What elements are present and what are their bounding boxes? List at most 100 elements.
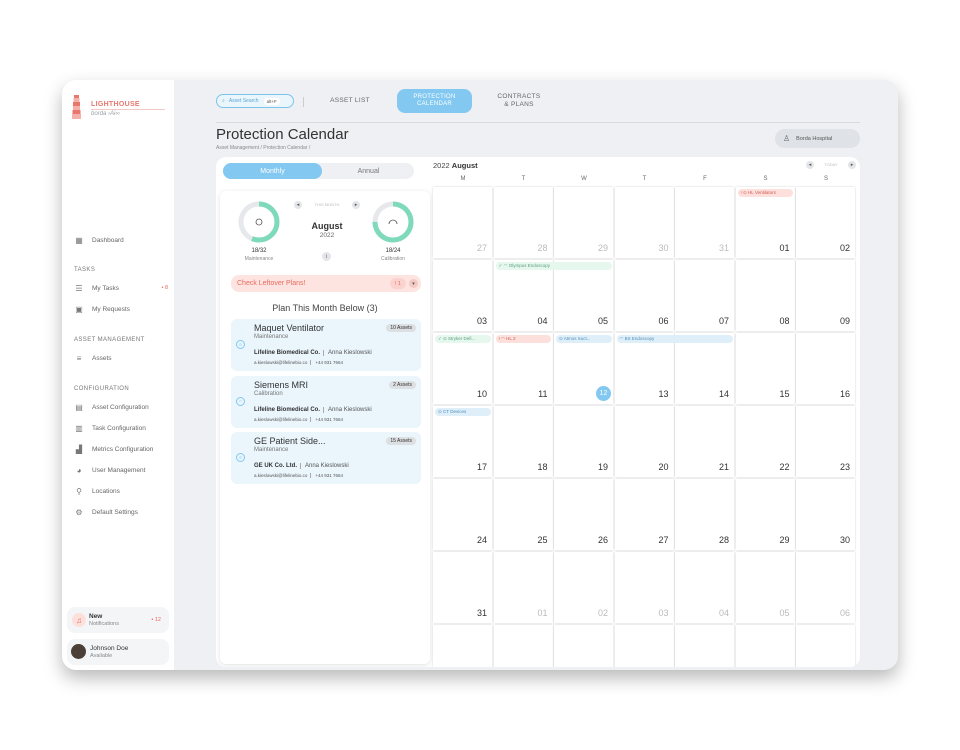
calendar-day[interactable]: 24	[433, 479, 492, 550]
calendar-event[interactable]: ⊙ Atmos Suct...	[556, 335, 612, 343]
maintenance-gauge	[238, 201, 280, 243]
sidebar-item-user-management[interactable]: ◕ User Management	[74, 463, 168, 477]
sidebar-item-asset-configuration[interactable]: ▤ Asset Configuration	[74, 400, 168, 414]
calendar-prev-button[interactable]: ◂	[806, 161, 814, 169]
calendar-day[interactable]: 05	[735, 552, 795, 623]
day-number: 05	[597, 316, 608, 326]
weekday-label: F	[703, 176, 707, 182]
calendar-day[interactable]: 16	[796, 333, 855, 404]
calendar-day[interactable]: 02	[796, 187, 855, 258]
calendar-day[interactable]: 03	[614, 552, 674, 623]
sidebar-item-locations[interactable]: ⚲ Locations	[74, 484, 168, 498]
calendar-event[interactable]: ✓ ◠ Olympus Endoscopy	[495, 262, 612, 270]
calendar-day[interactable]: 26	[554, 479, 613, 550]
tab-protection-calendar[interactable]: PROTECTION CALENDAR	[397, 89, 472, 113]
plan-card[interactable]: ⊙ GE Patient Side... Maintenance 15 Asse…	[231, 432, 421, 484]
plan-card[interactable]: ⊙ Maquet Ventilator Maintenance 10 Asset…	[231, 319, 421, 371]
calendar-event[interactable]: ! ⊙ HL Ventilators	[737, 189, 793, 197]
day-number: 29	[779, 535, 790, 545]
calendar-day[interactable]: 06	[614, 260, 674, 331]
calendar-day[interactable]	[554, 625, 613, 667]
sidebar-item-my-requests[interactable]: ▣ My Requests	[74, 302, 168, 316]
sidebar-item-label: Assets	[92, 354, 112, 362]
calendar-day[interactable]: 18	[493, 406, 553, 477]
app-window: LIGHTHOUSE borda ›Ai∞ ▦ Dashboard TASKS …	[62, 80, 898, 670]
calendar-day-today[interactable]: 12	[554, 333, 613, 404]
calendar-day[interactable]: 17	[433, 406, 492, 477]
sidebar-item-my-tasks[interactable]: ☰ My Tasks • 8	[74, 281, 168, 295]
next-month-button[interactable]: ▸	[352, 201, 360, 209]
calibration-label: Calibration	[381, 256, 405, 262]
calendar-day[interactable]: 20	[614, 406, 674, 477]
toggle-monthly[interactable]: Monthly	[223, 163, 322, 179]
calendar-day[interactable]: 30	[796, 479, 855, 550]
asset-search-input[interactable]: ⌕ Asset Search alt+F	[216, 94, 294, 108]
calendar-day[interactable]: 02	[554, 552, 613, 623]
sidebar-item-task-configuration[interactable]: ▥ Task Configuration	[74, 421, 168, 435]
sidebar-item-default-settings[interactable]: ⚙ Default Settings	[74, 505, 168, 519]
calendar-day[interactable]: 29	[735, 479, 795, 550]
calendar-day[interactable]: 30	[614, 187, 674, 258]
calendar-day[interactable]: 04	[675, 552, 734, 623]
calendar-day[interactable]: 08	[735, 260, 795, 331]
calendar-day[interactable]	[493, 625, 553, 667]
calendar-day[interactable]	[735, 625, 795, 667]
calendar-day[interactable]: 23	[796, 406, 855, 477]
calendar-day[interactable]: 14	[675, 333, 734, 404]
calendar-event[interactable]: ✓ ⊙ Stryker Defi...	[435, 335, 491, 343]
calendar-day[interactable]: 15	[735, 333, 795, 404]
calendar-day[interactable]	[614, 625, 674, 667]
calendar-day[interactable]: 27	[614, 479, 674, 550]
sidebar-item-dashboard[interactable]: ▦ Dashboard	[74, 233, 168, 247]
calendar-day[interactable]: 21	[675, 406, 734, 477]
leftover-plans-banner[interactable]: Check Leftover Plans! ! 1 ▾	[231, 275, 421, 292]
calendar-event[interactable]: ! ◠ HL 2	[495, 335, 551, 343]
calendar-day[interactable]: 25	[493, 479, 553, 550]
toggle-annual[interactable]: Annual	[323, 163, 414, 179]
calendar-day[interactable]: 10	[433, 333, 492, 404]
calendar-day[interactable]: 27	[433, 187, 492, 258]
calendar-day[interactable]	[796, 625, 855, 667]
chevron-down-icon[interactable]: ▾	[409, 279, 418, 288]
sidebar-item-metrics-configuration[interactable]: ▟ Metrics Configuration	[74, 442, 168, 456]
calendar-event[interactable]: ⊙ CT Devices	[435, 408, 491, 416]
prev-month-button[interactable]: ◂	[294, 201, 302, 209]
calendar-day[interactable]: 07	[675, 260, 734, 331]
calendar-day[interactable]: 05	[554, 260, 613, 331]
tab-contracts-plans[interactable]: CONTRACTS & PLANS	[488, 89, 550, 113]
calendar-day[interactable]: 01	[735, 187, 795, 258]
calendar-day[interactable]	[433, 625, 492, 667]
calendar-event[interactable]: ◠ BS Endoscopy	[616, 335, 733, 343]
plan-type: Maintenance	[254, 334, 289, 340]
calendar-day[interactable]: 06	[796, 552, 855, 623]
calendar-day[interactable]: 03	[433, 260, 492, 331]
tab-asset-list[interactable]: ASSET LIST	[318, 89, 382, 113]
calendar-today-label[interactable]: TODAY	[818, 162, 844, 167]
calendar-day[interactable]: 29	[554, 187, 613, 258]
calendar-day[interactable]	[675, 625, 734, 667]
calendar-next-button[interactable]: ▸	[848, 161, 856, 169]
calendar-day[interactable]: 04	[493, 260, 553, 331]
info-icon[interactable]: i	[322, 252, 331, 261]
sidebar-item-assets[interactable]: ≡ Assets	[74, 351, 168, 365]
logo[interactable]: LIGHTHOUSE borda ›Ai∞	[72, 95, 167, 121]
calendar-day[interactable]: 22	[735, 406, 795, 477]
day-number: 28	[718, 535, 729, 545]
calendar-day[interactable]: 31	[675, 187, 734, 258]
calendar-day[interactable]: 19	[554, 406, 613, 477]
hospital-selector[interactable]: ♙ Borda Hospital	[775, 129, 860, 148]
section-asset-management: ASSET MANAGEMENT	[74, 337, 145, 343]
user-profile[interactable]: Johnson Doe Available	[67, 639, 169, 665]
calendar-day[interactable]: 28	[675, 479, 734, 550]
calendar-day[interactable]: 13	[614, 333, 674, 404]
list-icon: ☰	[75, 283, 83, 293]
calendar-day[interactable]: 01	[493, 552, 553, 623]
calendar-day[interactable]: 11	[493, 333, 553, 404]
calendar-day[interactable]: 31	[433, 552, 492, 623]
day-number: 09	[839, 316, 850, 326]
notifications-button[interactable]: ♫ New Notifications • 12	[67, 607, 169, 633]
plan-card[interactable]: ◠ Siemens MRI Calibration 2 Assets Lifel…	[231, 376, 421, 428]
calendar-day[interactable]: 28	[493, 187, 553, 258]
sidebar-item-label: Metrics Configuration	[92, 445, 154, 453]
calendar-day[interactable]: 09	[796, 260, 855, 331]
